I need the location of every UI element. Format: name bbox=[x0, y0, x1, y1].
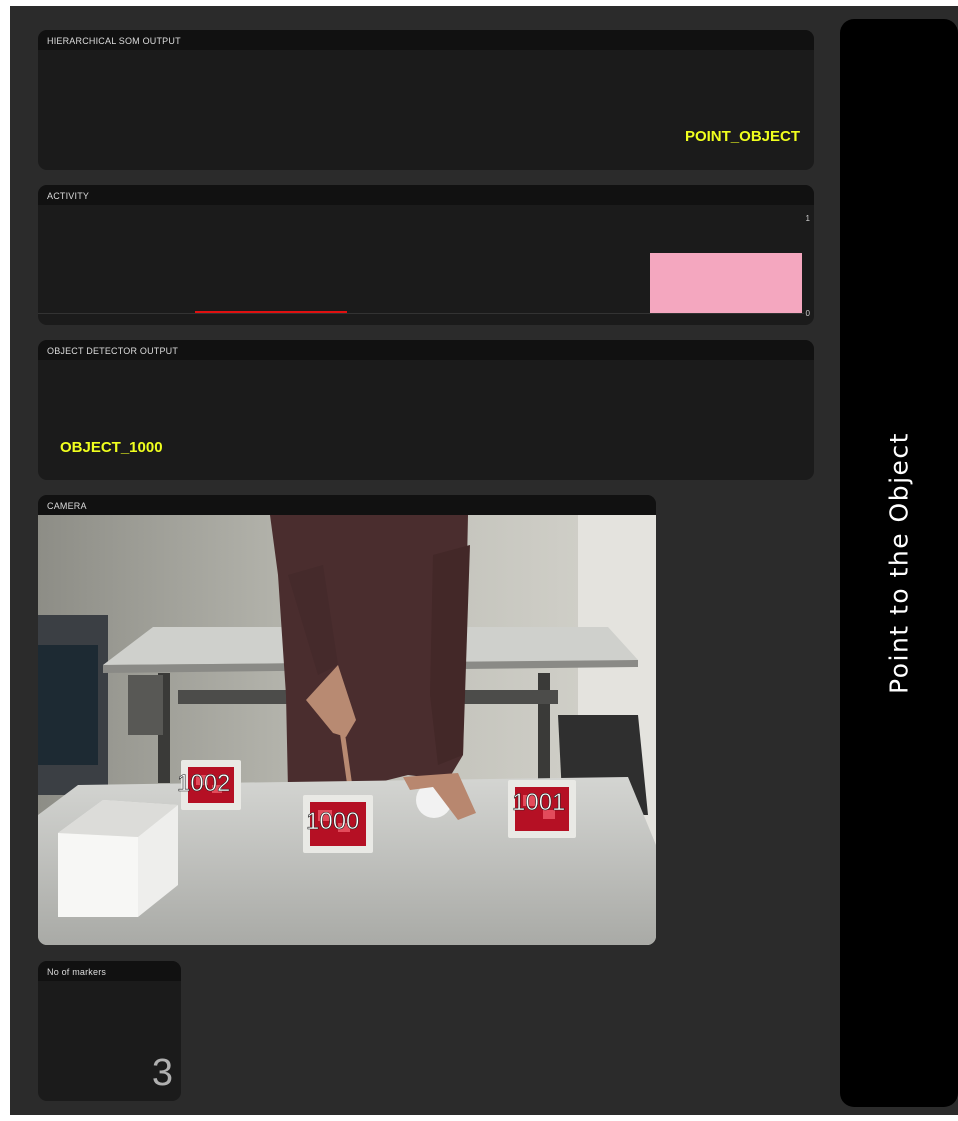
instruction-text: Point to the Object bbox=[884, 432, 914, 694]
camera-panel: CAMERA 1002 1000 1001 bbox=[38, 495, 656, 945]
marker-label-1002: 1002 bbox=[177, 770, 230, 797]
object-detector-value: OBJECT_1000 bbox=[60, 439, 163, 456]
object-detector-panel: OBJECT DETECTOR OUTPUT OBJECT_1000 bbox=[38, 340, 814, 480]
marker-count-panel: No of markers 3 bbox=[38, 961, 181, 1101]
marker-count-value: 3 bbox=[151, 1052, 173, 1094]
activity-y-min-label: 0 bbox=[805, 309, 810, 318]
object-detector-title: OBJECT DETECTOR OUTPUT bbox=[38, 340, 814, 360]
camera-title: CAMERA bbox=[38, 495, 656, 515]
dashboard: HIERARCHICAL SOM OUTPUT POINT_OBJECT ACT… bbox=[10, 6, 958, 1115]
som-output-panel: HIERARCHICAL SOM OUTPUT POINT_OBJECT bbox=[38, 30, 814, 170]
marker-label-1001: 1001 bbox=[512, 789, 565, 816]
activity-line bbox=[195, 311, 347, 313]
instruction-panel: Point to the Object bbox=[840, 19, 958, 1107]
activity-y-max-label: 1 bbox=[805, 214, 810, 223]
camera-feed: 1002 1000 1001 bbox=[38, 515, 656, 945]
activity-baseline bbox=[38, 313, 804, 314]
marker-count-title: No of markers bbox=[38, 961, 181, 981]
som-output-title: HIERARCHICAL SOM OUTPUT bbox=[38, 30, 814, 50]
activity-bar bbox=[650, 253, 802, 313]
som-output-value: POINT_OBJECT bbox=[684, 128, 800, 145]
marker-label-1000: 1000 bbox=[306, 808, 359, 835]
activity-title: ACTIVITY bbox=[38, 185, 814, 205]
activity-panel: ACTIVITY 1 0 bbox=[38, 185, 814, 325]
